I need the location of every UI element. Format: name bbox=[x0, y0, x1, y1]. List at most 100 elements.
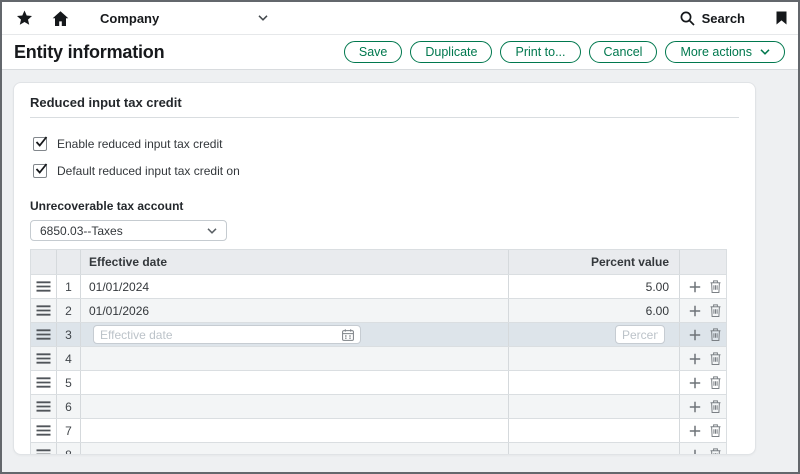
percent-value-cell[interactable] bbox=[509, 419, 680, 442]
effective-date-input[interactable] bbox=[93, 325, 361, 344]
delete-row-icon[interactable] bbox=[710, 352, 721, 365]
calendar-icon[interactable] bbox=[342, 329, 354, 341]
effective-date-cell[interactable] bbox=[81, 443, 509, 455]
add-row-icon[interactable] bbox=[689, 401, 701, 413]
search-label: Search bbox=[702, 11, 745, 26]
duplicate-button[interactable]: Duplicate bbox=[410, 41, 492, 63]
effective-date-cell[interactable] bbox=[81, 347, 509, 370]
percent-input[interactable] bbox=[615, 325, 665, 344]
table-row: 5 bbox=[31, 371, 726, 395]
percent-value-cell[interactable] bbox=[509, 323, 680, 346]
row-number: 7 bbox=[57, 419, 81, 442]
home-icon[interactable] bbox=[52, 11, 69, 26]
select-value: 6850.03--Taxes bbox=[40, 224, 123, 238]
header-number-column bbox=[57, 250, 81, 274]
row-drag-handle-icon[interactable] bbox=[31, 299, 57, 322]
percent-value-cell[interactable] bbox=[509, 347, 680, 370]
percent-value-cell[interactable] bbox=[509, 443, 680, 455]
delete-row-icon[interactable] bbox=[710, 400, 721, 413]
button-label: Duplicate bbox=[425, 45, 477, 59]
effective-date-cell[interactable] bbox=[81, 419, 509, 442]
header-actions-column bbox=[680, 250, 726, 274]
checkbox-label: Enable reduced input tax credit bbox=[57, 137, 222, 151]
table-row: 201/01/20266.00 bbox=[31, 299, 726, 323]
delete-row-icon[interactable] bbox=[710, 304, 721, 317]
delete-row-icon[interactable] bbox=[710, 328, 721, 341]
checkbox-default-ritc-on[interactable] bbox=[33, 164, 47, 178]
table-row: 6 bbox=[31, 395, 726, 419]
delete-row-icon[interactable] bbox=[710, 280, 721, 293]
bookmark-icon[interactable] bbox=[776, 11, 787, 25]
tax-credit-table: Effective date Percent value 101/01/2024… bbox=[30, 249, 727, 455]
add-row-icon[interactable] bbox=[689, 329, 701, 341]
percent-value-cell[interactable]: 5.00 bbox=[509, 275, 680, 298]
row-drag-handle-icon[interactable] bbox=[31, 347, 57, 370]
search-icon bbox=[680, 11, 695, 26]
row-actions bbox=[680, 299, 726, 322]
company-selector[interactable]: Company bbox=[100, 11, 268, 26]
row-drag-handle-icon[interactable] bbox=[31, 371, 57, 394]
chevron-down-icon bbox=[258, 15, 268, 21]
row-actions bbox=[680, 419, 726, 442]
table-row: 4 bbox=[31, 347, 726, 371]
button-label: Save bbox=[359, 45, 388, 59]
entity-form-card: Reduced input tax credit Enable reduced … bbox=[13, 82, 756, 455]
unrecoverable-tax-account-select[interactable]: 6850.03--Taxes bbox=[30, 220, 227, 241]
row-drag-handle-icon[interactable] bbox=[31, 323, 57, 346]
effective-date-cell[interactable] bbox=[81, 371, 509, 394]
row-actions bbox=[680, 275, 726, 298]
chevron-down-icon bbox=[207, 228, 217, 234]
row-actions bbox=[680, 395, 726, 418]
button-label: Cancel bbox=[604, 45, 643, 59]
add-row-icon[interactable] bbox=[689, 353, 701, 365]
add-row-icon[interactable] bbox=[689, 377, 701, 389]
page-header: Entity information Save Duplicate Print to… bbox=[2, 35, 798, 70]
favorites-star-icon[interactable] bbox=[16, 10, 33, 26]
table-row: 101/01/20245.00 bbox=[31, 275, 726, 299]
row-actions bbox=[680, 443, 726, 455]
section-title: Reduced input tax credit bbox=[30, 93, 739, 110]
cancel-button[interactable]: Cancel bbox=[589, 41, 658, 63]
more-actions-button[interactable]: More actions bbox=[665, 41, 785, 63]
row-number: 3 bbox=[57, 323, 81, 346]
chevron-down-icon bbox=[760, 49, 770, 55]
delete-row-icon[interactable] bbox=[710, 448, 721, 455]
column-header-percent-value: Percent value bbox=[509, 250, 680, 274]
effective-date-cell[interactable] bbox=[81, 395, 509, 418]
effective-date-cell[interactable]: 01/01/2024 bbox=[81, 275, 509, 298]
row-number: 6 bbox=[57, 395, 81, 418]
percent-value-cell[interactable]: 6.00 bbox=[509, 299, 680, 322]
row-number: 1 bbox=[57, 275, 81, 298]
checkbox-enable-ritc[interactable] bbox=[33, 137, 47, 151]
add-row-icon[interactable] bbox=[689, 425, 701, 437]
effective-date-cell[interactable] bbox=[81, 323, 509, 346]
print-to-button[interactable]: Print to... bbox=[500, 41, 580, 63]
row-drag-handle-icon[interactable] bbox=[31, 443, 57, 455]
table-row: 3 bbox=[31, 323, 726, 347]
page-title: Entity information bbox=[14, 42, 164, 63]
checkbox-row: Enable reduced input tax credit bbox=[33, 137, 739, 151]
table-row: 7 bbox=[31, 419, 726, 443]
row-actions bbox=[680, 371, 726, 394]
save-button[interactable]: Save bbox=[344, 41, 403, 63]
search-control[interactable]: Search bbox=[680, 11, 745, 26]
row-actions bbox=[680, 323, 726, 346]
checkbox-row: Default reduced input tax credit on bbox=[33, 164, 739, 178]
row-drag-handle-icon[interactable] bbox=[31, 275, 57, 298]
add-row-icon[interactable] bbox=[689, 449, 701, 456]
unrecoverable-tax-account-label: Unrecoverable tax account bbox=[30, 199, 739, 213]
delete-row-icon[interactable] bbox=[710, 424, 721, 437]
button-label: Print to... bbox=[515, 45, 565, 59]
row-number: 4 bbox=[57, 347, 81, 370]
delete-row-icon[interactable] bbox=[710, 376, 721, 389]
percent-value-cell[interactable] bbox=[509, 395, 680, 418]
column-header-effective-date: Effective date bbox=[81, 250, 509, 274]
row-drag-handle-icon[interactable] bbox=[31, 395, 57, 418]
add-row-icon[interactable] bbox=[689, 281, 701, 293]
add-row-icon[interactable] bbox=[689, 305, 701, 317]
page-content: Reduced input tax credit Enable reduced … bbox=[2, 70, 798, 455]
percent-value-cell[interactable] bbox=[509, 371, 680, 394]
row-drag-handle-icon[interactable] bbox=[31, 419, 57, 442]
toolbar-buttons: Save Duplicate Print to... Cancel More actio… bbox=[344, 41, 785, 63]
effective-date-cell[interactable]: 01/01/2026 bbox=[81, 299, 509, 322]
